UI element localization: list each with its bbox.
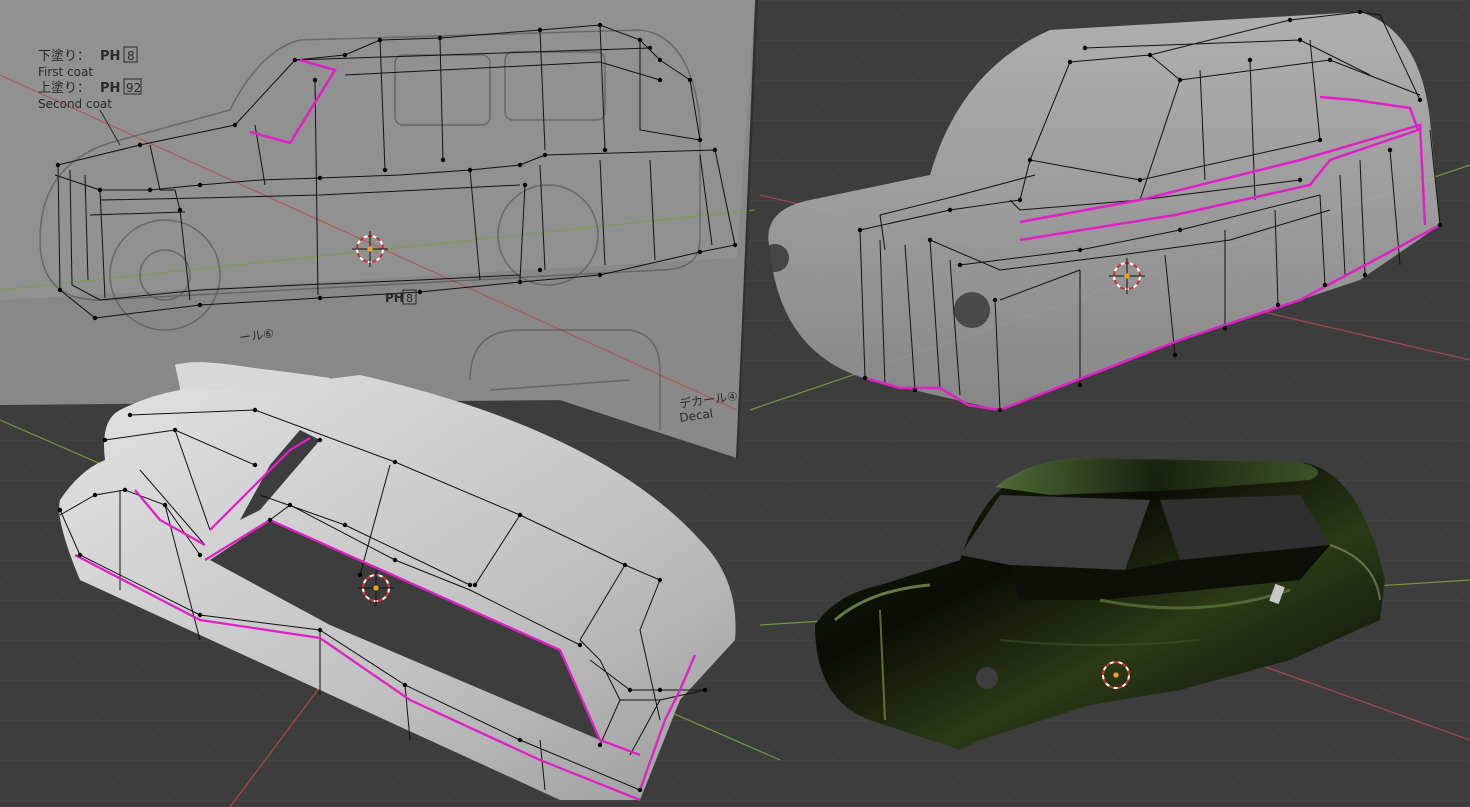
second-coat-jp-label: 上塗り：	[38, 80, 90, 96]
first-coat-jp-label: 下塗り：	[38, 48, 90, 64]
second-coat-num-label: 92	[126, 81, 141, 95]
viewport-canvas[interactable]: 下塗り： PH 8 First coat 上塗り： PH 92 Second c…	[0, 0, 1470, 807]
second-coat-code-label: PH	[100, 81, 120, 96]
side-num-label: 8	[406, 292, 413, 305]
second-coat-en-label: Second coat	[38, 97, 112, 111]
first-coat-code-label: PH	[100, 49, 120, 64]
blender-multi-viewport: 下塗り： PH 8 First coat 上塗り： PH 92 Second c…	[0, 0, 1470, 807]
first-coat-num-label: 8	[127, 49, 135, 63]
side-code-label: PH	[385, 291, 404, 305]
first-coat-en-label: First coat	[38, 65, 93, 79]
